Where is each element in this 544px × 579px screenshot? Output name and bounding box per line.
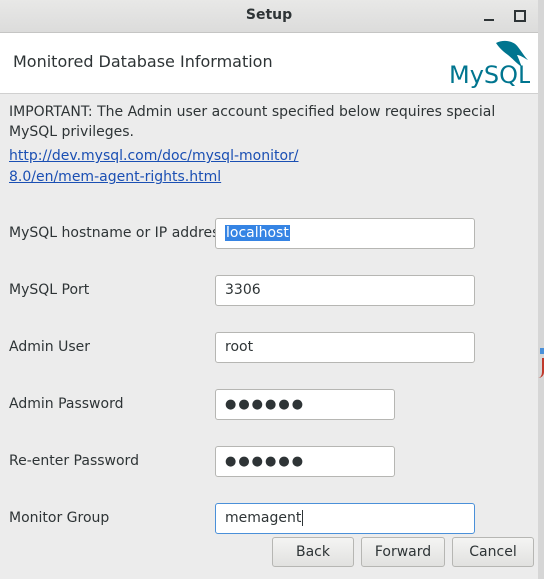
port-value: 3306 (225, 282, 261, 298)
window-title: Setup (245, 7, 293, 23)
privileges-notice: IMPORTANT: The Admin user account specif… (9, 104, 496, 140)
link-line: 8.0/en/mem-agent-rights.html (9, 169, 222, 185)
minimize-button[interactable] (479, 6, 499, 26)
page-title: Monitored Database Information (13, 52, 273, 71)
admin-user-label: Admin User (9, 339, 90, 355)
cancel-button[interactable]: Cancel (452, 537, 534, 567)
reenter-password-input[interactable]: ●●●●●● (215, 446, 395, 477)
background-accent (538, 358, 544, 378)
text-cursor (302, 510, 304, 526)
monitor-group-input[interactable]: memagent (215, 503, 475, 534)
admin-user-input[interactable]: root (215, 332, 475, 363)
port-input[interactable]: 3306 (215, 275, 475, 306)
hostname-input[interactable]: localhost (215, 218, 475, 249)
reenter-password-value: ●●●●●● (225, 454, 306, 469)
background-window-edge (538, 0, 544, 579)
monitor-group-value: memagent (225, 510, 302, 526)
mem-agent-rights-link[interactable]: http://dev.mysql.com/doc/mysql-monitor/ … (9, 146, 309, 188)
page-header: Monitored Database Information MySQL (0, 33, 538, 94)
reenter-password-label: Re-enter Password (9, 453, 139, 469)
forward-button[interactable]: Forward (361, 537, 445, 567)
mysql-logo: MySQL (449, 40, 530, 89)
port-label: MySQL Port (9, 282, 90, 298)
link-line: http://dev.mysql.com/doc/mysql-monitor/ (9, 148, 299, 164)
logo-text: MySQL (449, 61, 530, 89)
hostname-value: localhost (225, 225, 290, 241)
title-bar: Setup (0, 0, 538, 33)
admin-password-input[interactable]: ●●●●●● (215, 389, 395, 420)
back-button[interactable]: Back (272, 537, 354, 567)
hostname-label: MySQL hostname or IP address (9, 225, 227, 241)
admin-user-value: root (225, 339, 254, 355)
admin-password-label: Admin Password (9, 396, 124, 412)
minimize-icon (484, 19, 494, 21)
maximize-button[interactable] (510, 6, 530, 26)
maximize-icon (514, 10, 526, 22)
monitor-group-label: Monitor Group (9, 510, 110, 526)
background-accent (540, 348, 544, 354)
admin-password-value: ●●●●●● (225, 397, 306, 412)
